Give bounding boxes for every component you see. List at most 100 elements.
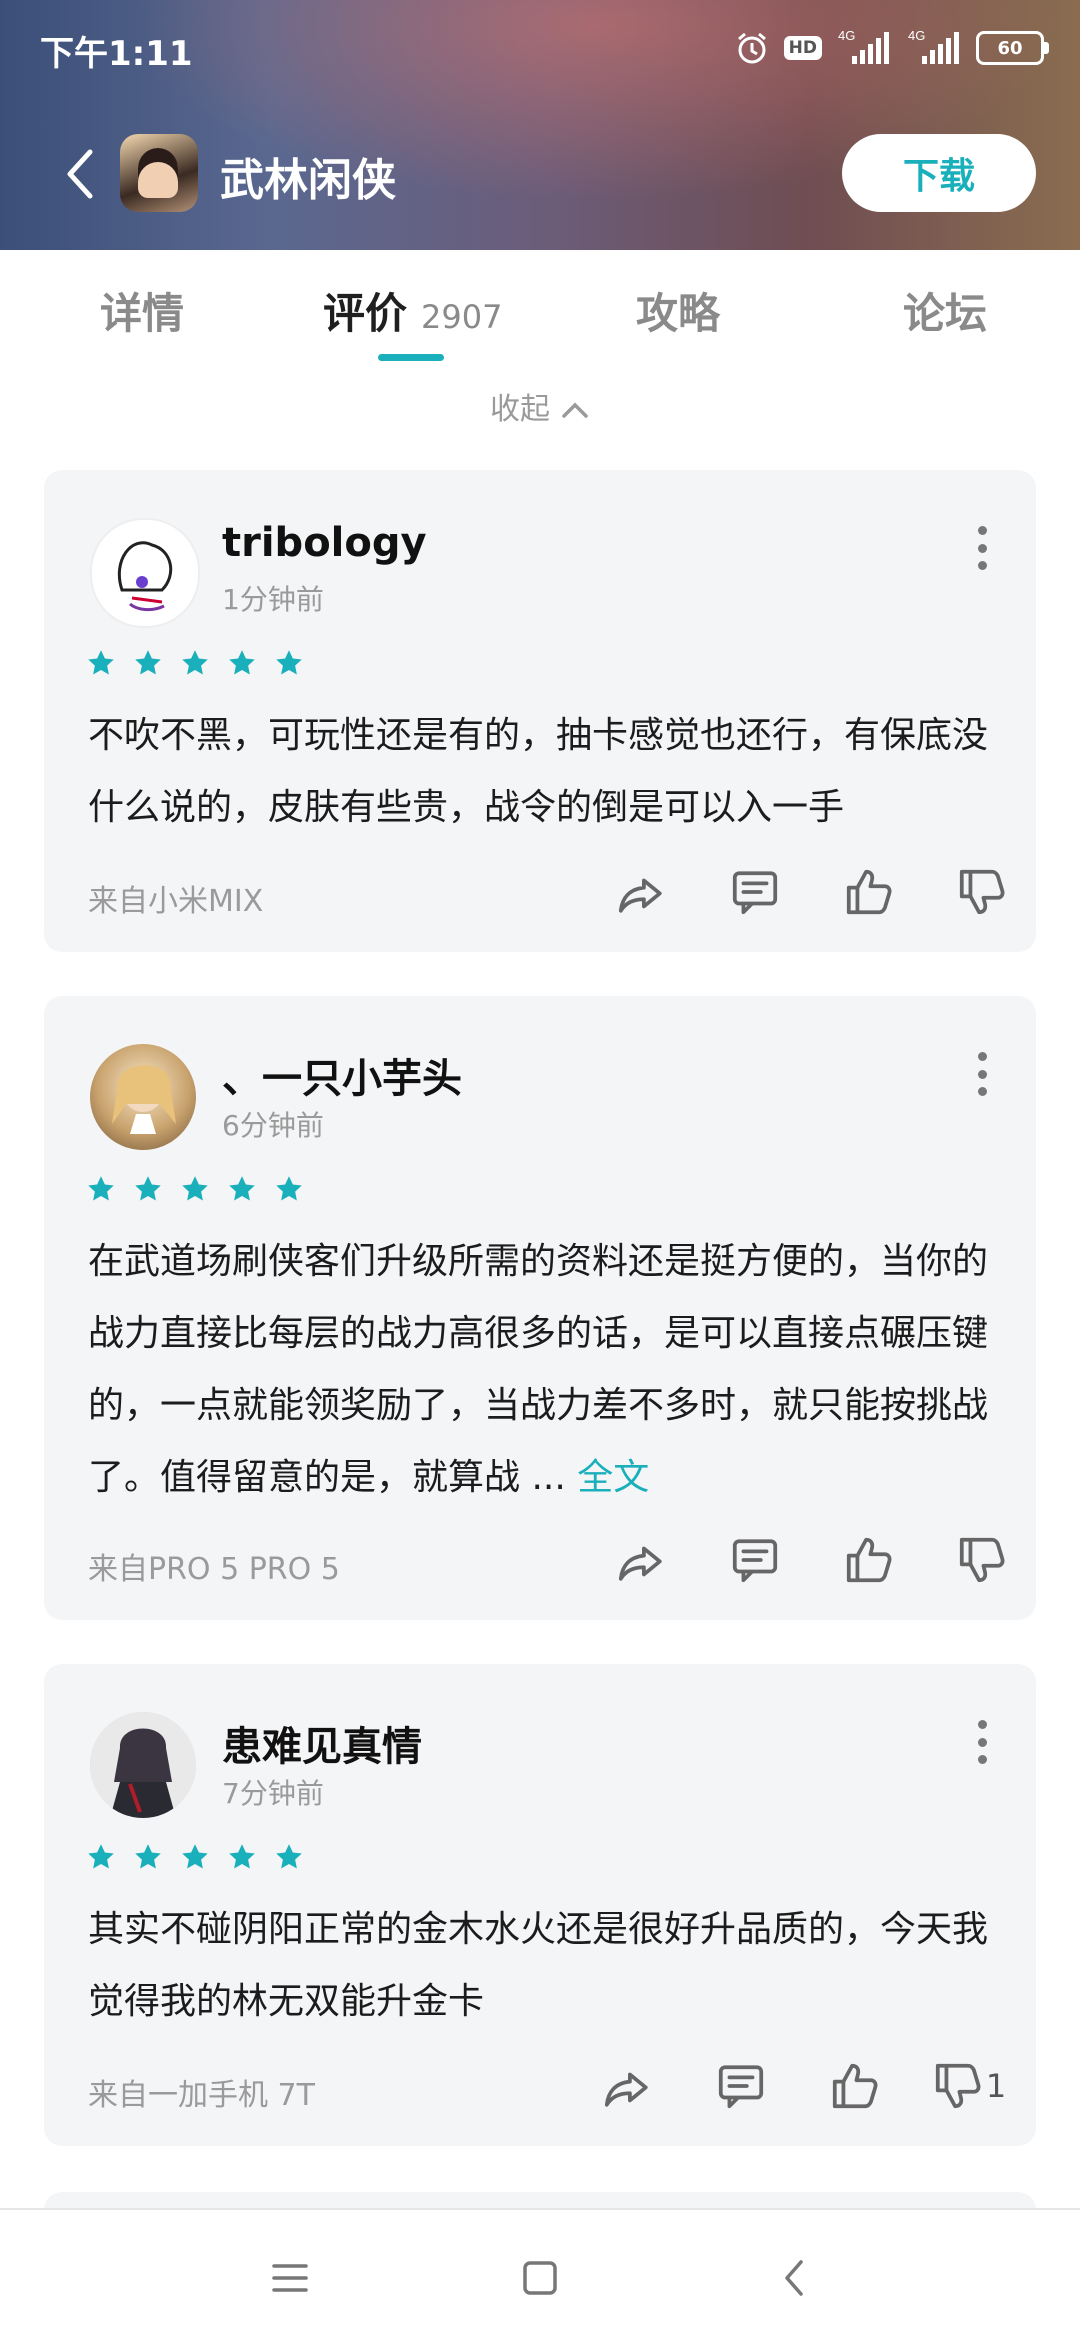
star-icon xyxy=(88,1176,114,1201)
status-bar: 下午1:11 HD 4G 4G 60 xyxy=(0,0,1080,96)
star-icon xyxy=(276,1176,302,1201)
comment-button[interactable] xyxy=(684,2058,798,2114)
tab-reviews-count: 2907 xyxy=(421,298,503,336)
app-icon xyxy=(120,134,198,212)
share-icon xyxy=(618,1546,662,1581)
status-icons: HD 4G 4G 60 xyxy=(734,24,1049,72)
more-options-button[interactable] xyxy=(976,1720,988,1764)
home-icon xyxy=(523,2261,557,2295)
comment-icon xyxy=(732,871,778,915)
app-top-bar: 武林闲侠 下载 xyxy=(0,128,1080,228)
tab-bar: 详情 评价 2907 攻略 论坛 xyxy=(0,250,1080,370)
hd-badge: HD xyxy=(783,36,822,60)
thumbs-up-icon xyxy=(846,869,892,915)
network-label-1: 4G xyxy=(838,28,855,43)
star-icon xyxy=(276,650,302,675)
thumbs-up-icon xyxy=(846,1537,892,1583)
status-time: 下午1:11 xyxy=(40,34,193,74)
share-button[interactable] xyxy=(584,1532,698,1588)
star-icon xyxy=(229,1844,255,1869)
collapse-label: 收起 xyxy=(490,392,550,427)
star-icon xyxy=(88,1844,114,1869)
signal-icon-2: 4G xyxy=(906,28,962,68)
review-text: 不吹不黑，可玩性还是有的，抽卡感觉也还行，有保底没什么说的，皮肤有些贵，战令的倒… xyxy=(88,715,989,828)
tab-active-indicator xyxy=(378,354,444,361)
review-actions xyxy=(584,864,1040,920)
star-icon xyxy=(182,650,208,675)
dot-icon xyxy=(977,1755,987,1764)
review-time: 6分钟前 xyxy=(222,1109,324,1142)
share-button[interactable] xyxy=(584,864,698,920)
share-icon xyxy=(618,878,662,913)
tab-details[interactable]: 详情 xyxy=(100,280,184,341)
back-arrow-icon xyxy=(67,149,93,199)
review-device-source: 来自小米MIX xyxy=(88,884,264,919)
review-username[interactable]: 、一只小芋头 xyxy=(222,1046,462,1104)
network-label-2: 4G xyxy=(908,28,925,43)
dislike-button[interactable] xyxy=(926,864,1040,920)
avatar[interactable] xyxy=(90,518,200,628)
review-time: 7分钟前 xyxy=(222,1777,324,1810)
read-more-link[interactable]: 全文 xyxy=(577,1457,649,1498)
menu-button[interactable] xyxy=(260,2250,320,2306)
star-icon xyxy=(229,1176,255,1201)
avatar[interactable] xyxy=(90,1044,196,1150)
chevron-up-icon xyxy=(560,393,590,428)
review-card: 、一只小芋头 6分钟前 在武道场刷侠客们升级所需的资料还是挺方便的，当你的战力直… xyxy=(44,996,1036,1620)
star-rating xyxy=(86,1174,304,1204)
nav-back-button[interactable] xyxy=(764,2250,824,2306)
thumbs-down-icon xyxy=(935,2063,981,2109)
more-options-button[interactable] xyxy=(976,1052,988,1096)
battery-icon: 60 xyxy=(976,31,1049,65)
review-time: 1分钟前 xyxy=(222,583,324,616)
star-icon xyxy=(135,1176,161,1201)
comment-icon xyxy=(718,2065,764,2109)
avatar[interactable] xyxy=(90,1712,196,1818)
review-actions: 1 xyxy=(570,2058,1026,2114)
star-icon xyxy=(276,1844,302,1869)
app-title: 武林闲侠 xyxy=(220,155,396,206)
review-device-source: 来自一加手机 7T xyxy=(88,2078,315,2113)
dot-icon xyxy=(977,1737,987,1747)
menu-icon xyxy=(272,2264,308,2292)
download-button[interactable]: 下载 xyxy=(842,134,1036,212)
home-button[interactable] xyxy=(510,2250,570,2306)
star-icon xyxy=(229,650,255,675)
dot-icon xyxy=(977,1052,987,1061)
review-username[interactable]: tribology xyxy=(222,520,427,566)
thumbs-up-icon xyxy=(832,2063,878,2109)
star-rating xyxy=(86,1842,304,1872)
thumbs-down-icon xyxy=(959,869,1005,915)
tab-reviews[interactable]: 评价 2907 xyxy=(323,280,502,341)
review-text-body: 在武道场刷侠客们升级所需的资料还是挺方便的，当你的战力直接比每层的战力高很多的话… xyxy=(88,1241,989,1498)
thumbs-down-icon xyxy=(959,1537,1005,1583)
review-text: 其实不碰阴阳正常的金木水火还是很好升品质的，今天我觉得我的林无双能升金卡 xyxy=(88,1909,989,2022)
share-button[interactable] xyxy=(570,2058,684,2114)
dislike-button[interactable] xyxy=(926,1532,1040,1588)
comment-button[interactable] xyxy=(698,864,812,920)
review-card: 患难见真情 7分钟前 其实不碰阴阳正常的金木水火还是很好升品质的，今天我觉得我的… xyxy=(44,1664,1036,2146)
dot-icon xyxy=(977,1720,987,1729)
like-button[interactable] xyxy=(798,2058,912,2114)
review-text: 在武道场刷侠客们升级所需的资料还是挺方便的，当你的战力直接比每层的战力高很多的话… xyxy=(88,1226,988,1514)
more-options-button[interactable] xyxy=(976,526,988,570)
alarm-icon xyxy=(734,30,770,66)
like-button[interactable] xyxy=(812,1532,926,1588)
comment-button[interactable] xyxy=(698,1532,812,1588)
review-card: tribology 1分钟前 不吹不黑，可玩性还是有的，抽卡感觉也还行，有保底没… xyxy=(44,470,1036,952)
collapse-toggle[interactable]: 收起 xyxy=(0,384,1080,428)
dot-icon xyxy=(977,1087,987,1096)
review-actions xyxy=(584,1532,1040,1588)
tab-forum[interactable]: 论坛 xyxy=(903,280,987,341)
battery-level: 60 xyxy=(997,37,1023,59)
back-button[interactable] xyxy=(58,144,104,204)
back-icon xyxy=(785,2260,803,2296)
like-button[interactable] xyxy=(812,864,926,920)
tab-guides[interactable]: 攻略 xyxy=(636,280,720,341)
dot-icon xyxy=(977,543,987,553)
dislike-count: 1 xyxy=(985,2067,1007,2105)
signal-icon-1: 4G xyxy=(836,28,892,68)
tab-reviews-label: 评价 xyxy=(323,289,408,338)
review-username[interactable]: 患难见真情 xyxy=(222,1714,422,1772)
dislike-button[interactable]: 1 xyxy=(912,2058,1026,2114)
